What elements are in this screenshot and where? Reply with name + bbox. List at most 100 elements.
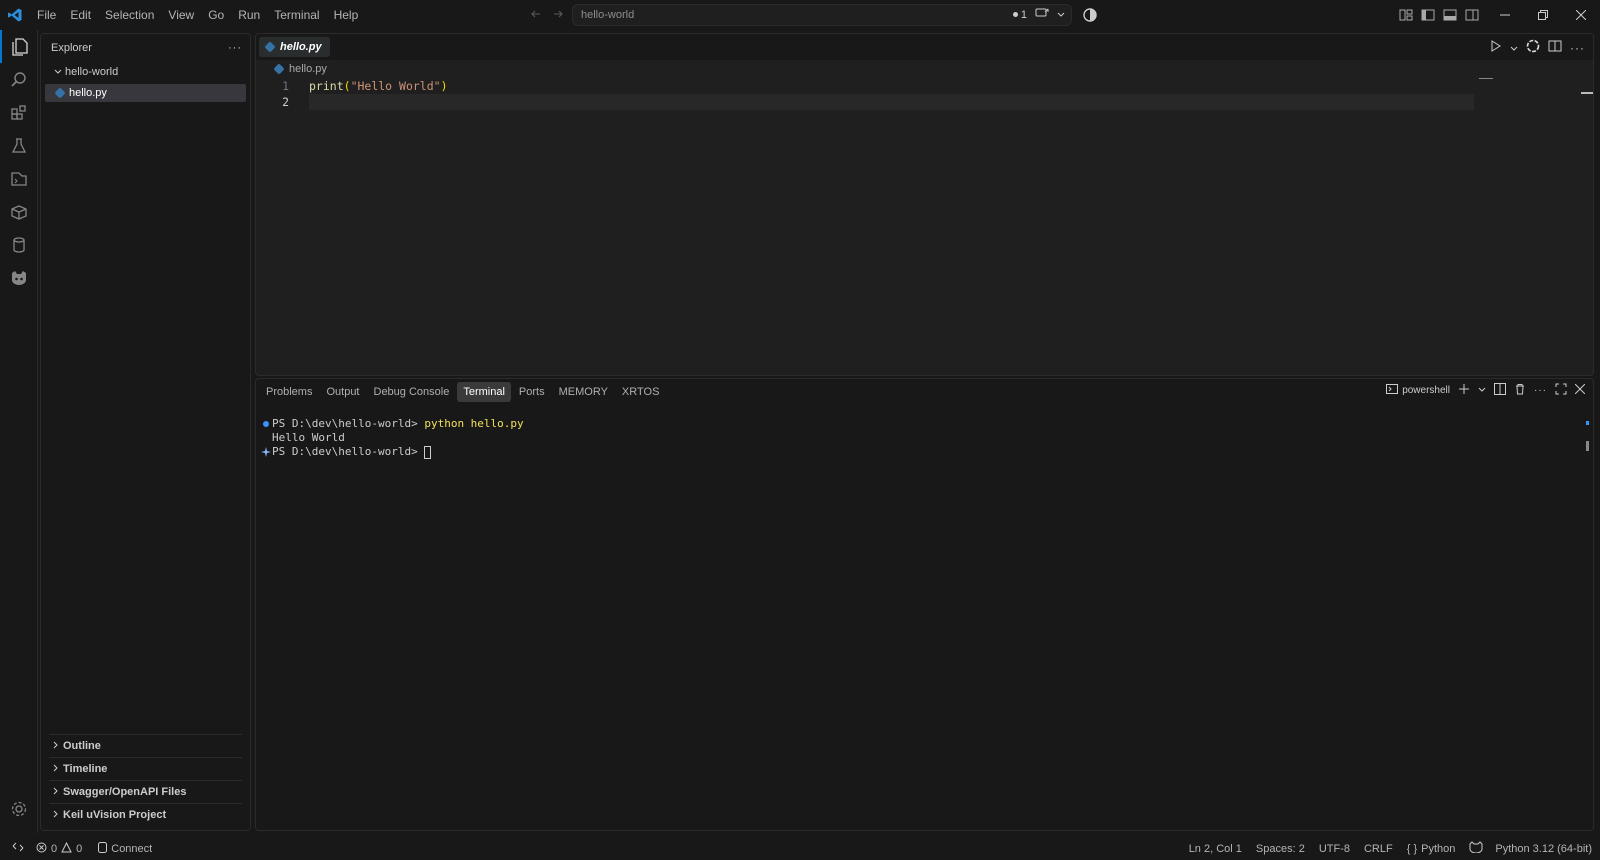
settings-gear-icon[interactable]	[0, 792, 38, 825]
sync-icon[interactable]	[1035, 7, 1049, 22]
layout-controls	[1398, 7, 1480, 23]
menu-view[interactable]: View	[161, 0, 201, 30]
code-lines[interactable]: 1 print("Hello World") 2	[256, 78, 1593, 110]
encoding[interactable]: UTF-8	[1319, 843, 1350, 855]
section-outline[interactable]: Outline	[49, 734, 242, 757]
extensions-icon[interactable]	[0, 96, 38, 129]
copilot-icon[interactable]	[0, 261, 38, 294]
menu-edit[interactable]: Edit	[63, 0, 98, 30]
menu-terminal[interactable]: Terminal	[267, 0, 326, 30]
language-mode[interactable]: { } Python	[1407, 843, 1456, 855]
explorer-icon[interactable]	[0, 30, 38, 63]
scrollbar[interactable]	[1581, 92, 1593, 94]
back-arrow-icon[interactable]	[528, 6, 544, 22]
sidebar-sections: Outline Timeline Swagger/OpenAPI Files K…	[41, 734, 250, 826]
tab-xrtos[interactable]: XRTOS	[616, 382, 666, 402]
notification-indicator[interactable]: 1	[1012, 9, 1027, 21]
folder-hello-world[interactable]: hello-world	[41, 62, 250, 82]
containers-icon[interactable]	[0, 195, 38, 228]
tab-hello-py[interactable]: hello.py	[259, 37, 330, 57]
shell-name: powershell	[1402, 385, 1450, 396]
section-timeline[interactable]: Timeline	[49, 757, 242, 780]
remote-indicator-icon[interactable]	[12, 841, 24, 856]
tab-debug-console[interactable]: Debug Console	[368, 382, 456, 402]
terminal-shell-selector[interactable]: powershell	[1386, 384, 1450, 397]
chevron-down-icon[interactable]	[1510, 41, 1518, 55]
window-controls	[1486, 0, 1600, 30]
tab-memory[interactable]: MEMORY	[553, 382, 614, 402]
copilot-chat-icon[interactable]	[1082, 7, 1098, 26]
python-file-icon	[55, 88, 69, 98]
tab-terminal[interactable]: Terminal	[457, 382, 511, 402]
bottom-panel: Problems Output Debug Console Terminal P…	[255, 378, 1594, 831]
testing-icon[interactable]	[0, 129, 38, 162]
minimize-icon[interactable]	[1486, 0, 1524, 30]
problems-status[interactable]: 0 0	[36, 841, 82, 856]
sidebar-title: Explorer	[51, 42, 92, 54]
line-number: 1	[282, 79, 289, 93]
search-icon[interactable]	[0, 63, 38, 96]
chevron-right-icon	[49, 764, 63, 775]
code-text: print("Hello World")	[309, 79, 448, 93]
more-actions-icon[interactable]: ···	[1534, 385, 1547, 396]
breadcrumb-file[interactable]: hello.py	[289, 63, 327, 75]
section-swagger[interactable]: Swagger/OpenAPI Files	[49, 780, 242, 803]
command-center-label: hello-world	[581, 9, 635, 21]
connect-status[interactable]: Connect	[98, 841, 153, 856]
tab-output[interactable]: Output	[320, 382, 365, 402]
token-string: "Hello World"	[350, 79, 441, 93]
python-interpreter[interactable]: Python 3.12 (64-bit)	[1469, 841, 1592, 856]
end-of-line[interactable]: CRLF	[1364, 843, 1393, 855]
command-success-dot-icon[interactable]	[260, 421, 272, 427]
scrollbar-marker	[1586, 421, 1589, 425]
menu-help[interactable]: Help	[327, 0, 366, 30]
menu-selection[interactable]: Selection	[98, 0, 161, 30]
remote-explorer-icon[interactable]	[0, 162, 38, 195]
database-icon[interactable]	[0, 228, 38, 261]
tab-ports[interactable]: Ports	[513, 382, 551, 402]
code-text	[309, 94, 1474, 110]
indentation[interactable]: Spaces: 2	[1256, 843, 1305, 855]
token-function: print	[309, 79, 344, 93]
trash-icon[interactable]	[1514, 383, 1526, 398]
menu-run[interactable]: Run	[231, 0, 267, 30]
more-actions-icon[interactable]: ···	[1570, 41, 1585, 55]
restore-icon[interactable]	[1524, 0, 1562, 30]
warning-icon	[61, 841, 72, 856]
forward-arrow-icon[interactable]	[550, 6, 566, 22]
split-terminal-icon[interactable]	[1494, 383, 1506, 398]
cursor-position[interactable]: Ln 2, Col 1	[1189, 843, 1242, 855]
toggle-panel-icon[interactable]	[1442, 7, 1458, 23]
split-editor-icon[interactable]	[1548, 40, 1562, 55]
chevron-down-icon[interactable]	[1478, 385, 1486, 396]
command-center[interactable]: hello-world 1	[572, 4, 1072, 26]
terminal-line: PS D:\dev\hello-world> python hello.py	[260, 417, 524, 431]
customize-layout-icon[interactable]	[1398, 7, 1414, 23]
terminal-output[interactable]: PS D:\dev\hello-world> python hello.py H…	[260, 417, 524, 459]
menu-file[interactable]: File	[30, 0, 63, 30]
run-icon[interactable]	[1490, 40, 1502, 55]
error-icon	[36, 842, 47, 856]
maximize-panel-icon[interactable]	[1555, 383, 1567, 398]
toggle-primary-sidebar-icon[interactable]	[1420, 7, 1436, 23]
section-keil[interactable]: Keil uVision Project	[49, 803, 242, 826]
toggle-secondary-sidebar-icon[interactable]	[1464, 7, 1480, 23]
sparkle-icon[interactable]	[260, 447, 272, 457]
file-hello-py[interactable]: hello.py	[45, 84, 246, 102]
terminal-line: PS D:\dev\hello-world>	[260, 445, 524, 459]
openai-icon[interactable]	[1526, 39, 1540, 56]
vscode-logo-icon	[0, 0, 30, 30]
close-panel-icon[interactable]	[1574, 383, 1586, 397]
more-actions-icon[interactable]: ···	[228, 42, 242, 54]
tab-problems[interactable]: Problems	[260, 382, 318, 402]
new-terminal-icon[interactable]	[1458, 383, 1470, 398]
error-count: 0	[51, 842, 58, 855]
status-bar: 0 0 Connect Ln 2, Col 1 Spaces: 2 UTF-8 …	[0, 837, 1600, 860]
chevron-down-icon[interactable]	[1057, 9, 1065, 21]
close-window-icon[interactable]	[1562, 0, 1600, 30]
menu-go[interactable]: Go	[201, 0, 231, 30]
terminal-icon	[1386, 384, 1399, 397]
scrollbar[interactable]	[1586, 441, 1589, 451]
minimap[interactable]	[1479, 78, 1493, 79]
connect-label: Connect	[111, 842, 153, 855]
